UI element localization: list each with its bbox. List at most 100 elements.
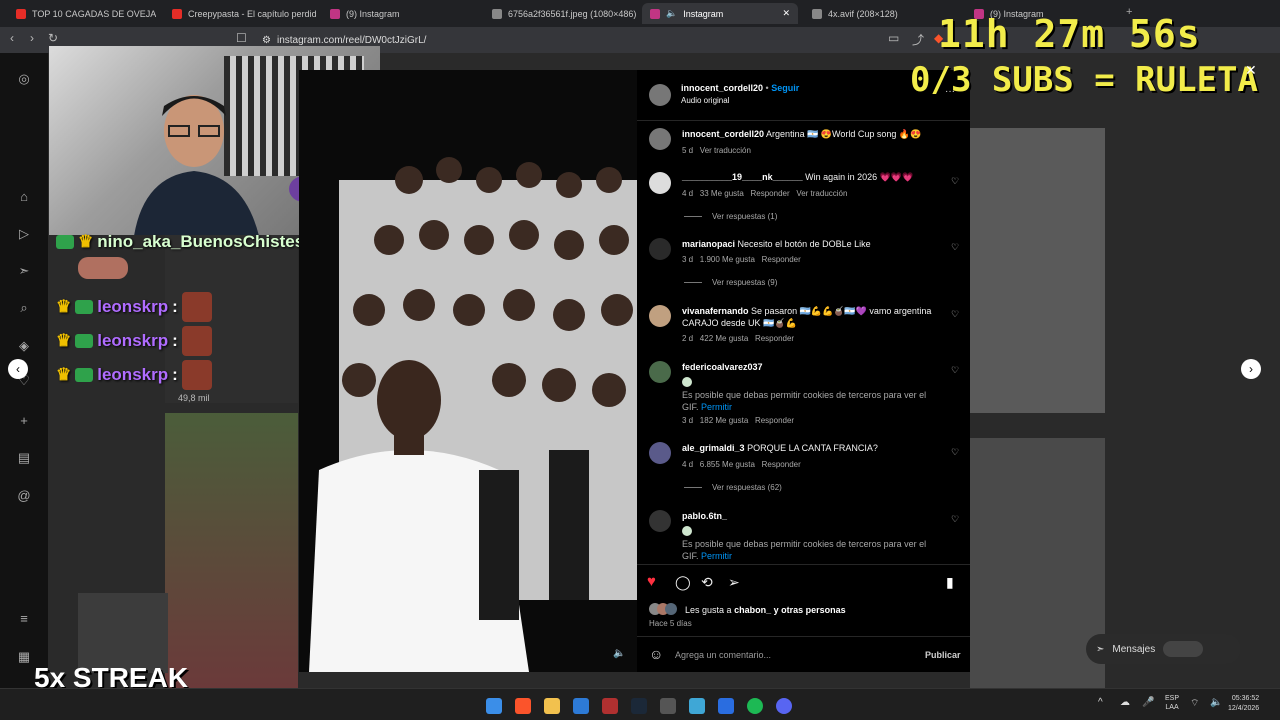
reply-button[interactable]: Responder xyxy=(755,416,794,425)
bing-icon[interactable] xyxy=(573,698,589,714)
messages-button[interactable]: ➣ Mensajes xyxy=(1086,634,1241,664)
share-icon[interactable]: ⤴ xyxy=(912,31,924,48)
author-avatar[interactable] xyxy=(649,84,671,106)
close-viewer-icon[interactable]: ✕ xyxy=(1245,62,1257,79)
steam-icon[interactable] xyxy=(631,698,647,714)
comment-likes[interactable]: 6.855 Me gusta xyxy=(700,460,755,469)
file-explorer-icon[interactable] xyxy=(544,698,560,714)
discord-icon[interactable] xyxy=(776,698,792,714)
likes-others-link[interactable]: y otras personas xyxy=(774,605,846,615)
comment-username[interactable]: federicoalvarez037 xyxy=(682,362,763,372)
comment-avatar[interactable] xyxy=(649,172,671,194)
comment-likes[interactable]: 422 Me gusta xyxy=(700,334,748,343)
search-icon[interactable]: ⌕ xyxy=(16,300,32,316)
publish-button[interactable]: Publicar xyxy=(925,650,961,660)
translate-link[interactable]: Ver traducción xyxy=(796,189,847,198)
allow-cookies-link[interactable]: Permitir xyxy=(701,551,732,561)
comment-username[interactable]: vivanafernando xyxy=(682,306,749,316)
tab-2[interactable]: Creepypasta - El capítulo perdido d xyxy=(164,3,316,24)
comment-avatar[interactable] xyxy=(649,238,671,260)
app-icon[interactable] xyxy=(602,698,618,714)
author-username[interactable]: innocent_cordell20 xyxy=(681,83,763,93)
ccleaner-icon[interactable] xyxy=(689,698,705,714)
like-comment-icon[interactable]: ♡ xyxy=(951,447,959,458)
reply-button[interactable]: Responder xyxy=(762,255,801,264)
comment-username[interactable]: ale_grimaldi_3 xyxy=(682,443,745,453)
instagram-logo-icon[interactable]: ◎ xyxy=(16,71,32,87)
comment-username[interactable]: marianopaci xyxy=(682,239,735,249)
tab-6[interactable]: 4x.avif (208×128) xyxy=(804,3,959,24)
save-icon[interactable]: ▮ xyxy=(946,574,954,591)
like-comment-icon[interactable]: ♡ xyxy=(951,514,959,525)
caption-username[interactable]: innocent_cordell20 xyxy=(682,129,764,139)
audio-label[interactable]: Audio original xyxy=(681,95,729,107)
comment-icon[interactable]: ◯ xyxy=(675,574,691,591)
home-icon[interactable]: ⌂ xyxy=(16,189,32,205)
stats-icon[interactable]: ▤ xyxy=(16,450,32,466)
like-comment-icon[interactable]: ♡ xyxy=(951,365,959,376)
close-tab-icon[interactable]: ✕ xyxy=(782,8,790,19)
tab-5-active[interactable]: 🔈 Instagram ✕ xyxy=(642,3,798,24)
tab-3[interactable]: (9) Instagram xyxy=(322,3,477,24)
explore-icon[interactable]: ◈ xyxy=(16,338,32,354)
comment-avatar[interactable] xyxy=(649,510,671,532)
translate-link[interactable]: Ver traducción xyxy=(700,146,751,155)
previous-reel-button[interactable]: ‹ xyxy=(8,359,28,379)
obs-icon[interactable] xyxy=(660,698,676,714)
view-replies-button[interactable]: Ver respuestas (9) xyxy=(684,278,777,287)
reply-button[interactable]: Responder xyxy=(755,334,794,343)
allow-cookies-link[interactable]: Permitir xyxy=(701,402,732,412)
send-icon[interactable]: ➣ xyxy=(16,263,32,279)
like-comment-icon[interactable]: ♡ xyxy=(951,176,959,187)
language-indicator[interactable]: ESP LAA xyxy=(1165,694,1179,712)
follow-button[interactable]: Seguir xyxy=(771,83,799,93)
comment-username[interactable]: pablo.6tn_ xyxy=(682,511,727,521)
cast-icon[interactable]: ▭ xyxy=(888,31,899,45)
comment-likes[interactable]: 33 Me gusta xyxy=(700,189,744,198)
comment-likes[interactable]: 1.900 Me gusta xyxy=(700,255,755,264)
tab-1[interactable]: TOP 10 CAGADAS DE OVEJA FREE F xyxy=(8,3,156,24)
tray-chevron-icon[interactable]: ^ xyxy=(1098,697,1103,708)
more-icon[interactable]: ▦ xyxy=(16,649,32,665)
comment-avatar[interactable] xyxy=(649,361,671,383)
start-button-icon[interactable] xyxy=(486,698,502,714)
back-icon[interactable]: ‹ xyxy=(10,31,14,45)
notepad-icon[interactable] xyxy=(718,698,734,714)
emoji-icon[interactable]: ☺ xyxy=(649,646,663,662)
reply-button[interactable]: Responder xyxy=(762,460,801,469)
comment-input[interactable]: Agrega un comentario... xyxy=(675,650,771,660)
volume-icon[interactable]: 🔈 xyxy=(1210,697,1222,708)
liker-username[interactable]: chabon_ xyxy=(734,605,771,615)
like-comment-icon[interactable]: ♡ xyxy=(951,309,959,320)
comment-likes[interactable]: 182 Me gusta xyxy=(700,416,748,425)
liked-heart-icon[interactable]: ♥ xyxy=(647,573,656,590)
spotify-icon[interactable] xyxy=(747,698,763,714)
bookmark-icon[interactable]: ☐ xyxy=(236,31,247,45)
caption-avatar[interactable] xyxy=(649,128,671,150)
reload-icon[interactable]: ↻ xyxy=(48,31,58,45)
wifi-icon[interactable]: ⌔ xyxy=(1190,697,1199,710)
repost-icon[interactable]: ⟲ xyxy=(701,574,713,591)
clock[interactable]: 05:36:52 12/4/2026 xyxy=(1228,694,1259,714)
share-icon[interactable]: ➢ xyxy=(728,574,740,591)
menu-icon[interactable]: ≡ xyxy=(16,611,32,627)
create-icon[interactable]: + xyxy=(16,413,32,429)
mic-icon[interactable]: 🎤 xyxy=(1142,697,1154,708)
tab-4[interactable]: 6756a2f36561f.jpeg (1080×486) xyxy=(484,3,639,24)
view-replies-button[interactable]: Ver respuestas (62) xyxy=(684,483,782,492)
comment-avatar[interactable] xyxy=(649,305,671,327)
site-info-icon[interactable]: ⚙ xyxy=(262,35,271,46)
reel-video[interactable]: 🔈 xyxy=(299,70,637,672)
threads-icon[interactable]: @ xyxy=(16,488,32,504)
cloud-icon[interactable]: ☁ xyxy=(1120,697,1130,708)
reels-icon[interactable]: ▷ xyxy=(16,226,32,242)
forward-icon[interactable]: › xyxy=(30,31,34,45)
brave-icon[interactable] xyxy=(515,698,531,714)
comment-avatar[interactable] xyxy=(649,442,671,464)
reply-button[interactable]: Responder xyxy=(751,189,790,198)
comment-username[interactable]: __________19____nk______ xyxy=(682,172,803,182)
like-comment-icon[interactable]: ♡ xyxy=(951,242,959,253)
next-reel-button[interactable]: › xyxy=(1241,359,1261,379)
view-replies-button[interactable]: Ver respuestas (1) xyxy=(684,212,777,221)
mute-icon[interactable]: 🔈 xyxy=(613,648,625,659)
